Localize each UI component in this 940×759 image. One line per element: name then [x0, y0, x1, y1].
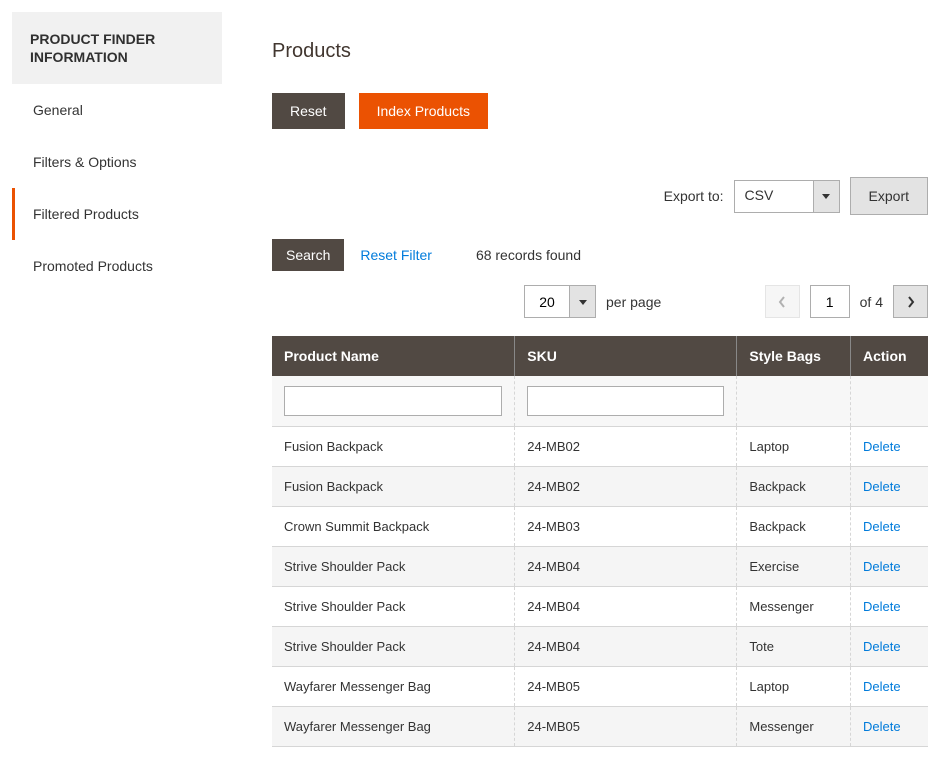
- cell-action: Delete: [851, 707, 929, 747]
- delete-link[interactable]: Delete: [863, 559, 901, 574]
- sidebar-item-general[interactable]: General: [12, 84, 222, 136]
- caret-down-icon: [822, 192, 830, 200]
- cell-style: Laptop: [737, 427, 851, 467]
- sidebar-item-filtered-products[interactable]: Filtered Products: [12, 188, 222, 240]
- table-row: Crown Summit Backpack24-MB03Backpack Dele…: [272, 507, 928, 547]
- filter-style-cell: [737, 376, 851, 427]
- cell-style: Exercise: [737, 547, 851, 587]
- toolbar-row: Search Reset Filter 68 records found: [272, 239, 928, 271]
- cell-style: Backpack: [737, 467, 851, 507]
- page-size-select[interactable]: [524, 285, 596, 318]
- main-content: Products Reset Index Products Export to:…: [222, 12, 928, 747]
- sidebar-item-promoted-products[interactable]: Promoted Products: [12, 240, 222, 292]
- reset-button[interactable]: Reset: [272, 93, 345, 129]
- page-title: Products: [272, 40, 928, 63]
- table-row: Wayfarer Messenger Bag24-MB05Messenger De…: [272, 707, 928, 747]
- export-format-value: CSV: [734, 180, 814, 213]
- cell-action: Delete: [851, 627, 929, 667]
- filter-sku-input[interactable]: [527, 386, 724, 416]
- pager-row: per page of 4: [272, 285, 928, 318]
- prev-page-button[interactable]: [765, 285, 800, 318]
- page-size-dropdown-button[interactable]: [570, 285, 596, 318]
- cell-sku: 24-MB03: [515, 507, 737, 547]
- cell-style: Laptop: [737, 667, 851, 707]
- per-page-label: per page: [606, 294, 661, 310]
- delete-link[interactable]: Delete: [863, 519, 901, 534]
- cell-sku: 24-MB05: [515, 707, 737, 747]
- export-label: Export to:: [664, 188, 724, 204]
- export-format-dropdown-button[interactable]: [814, 180, 840, 213]
- cell-action: Delete: [851, 507, 929, 547]
- header-action: Action: [851, 336, 929, 376]
- current-page-input[interactable]: [810, 285, 850, 318]
- chevron-left-icon: [778, 296, 786, 308]
- cell-style: Backpack: [737, 507, 851, 547]
- table-row: Strive Shoulder Pack24-MB04Exercise Delet…: [272, 547, 928, 587]
- cell-product-name: Crown Summit Backpack: [272, 507, 515, 547]
- cell-product-name: Wayfarer Messenger Bag: [272, 667, 515, 707]
- cell-action: Delete: [851, 467, 929, 507]
- cell-sku: 24-MB02: [515, 467, 737, 507]
- action-buttons: Reset Index Products: [272, 93, 928, 129]
- table-row: Strive Shoulder Pack24-MB04Messenger Dele…: [272, 587, 928, 627]
- cell-product-name: Strive Shoulder Pack: [272, 587, 515, 627]
- cell-action: Delete: [851, 587, 929, 627]
- cell-product-name: Wayfarer Messenger Bag: [272, 707, 515, 747]
- cell-style: Tote: [737, 627, 851, 667]
- cell-sku: 24-MB04: [515, 627, 737, 667]
- cell-style: Messenger: [737, 587, 851, 627]
- cell-sku: 24-MB04: [515, 547, 737, 587]
- table-row: Wayfarer Messenger Bag24-MB05Laptop Delet…: [272, 667, 928, 707]
- header-product-name[interactable]: Product Name: [272, 336, 515, 376]
- export-format-select[interactable]: CSV: [734, 180, 840, 213]
- search-button[interactable]: Search: [272, 239, 344, 271]
- cell-action: Delete: [851, 667, 929, 707]
- filter-product-name-input[interactable]: [284, 386, 502, 416]
- table-row: Strive Shoulder Pack24-MB04Tote Delete: [272, 627, 928, 667]
- export-row: Export to: CSV Export: [272, 177, 928, 215]
- table-row: Fusion Backpack24-MB02Laptop Delete: [272, 427, 928, 467]
- page-size-control: per page: [524, 285, 661, 318]
- delete-link[interactable]: Delete: [863, 719, 901, 734]
- sidebar-header: PRODUCT FINDER INFORMATION: [12, 12, 222, 84]
- page-size-input[interactable]: [524, 285, 570, 318]
- delete-link[interactable]: Delete: [863, 439, 901, 454]
- cell-product-name: Strive Shoulder Pack: [272, 627, 515, 667]
- cell-sku: 24-MB02: [515, 427, 737, 467]
- records-found: 68 records found: [476, 247, 581, 263]
- filter-action-cell: [851, 376, 929, 427]
- reset-filter-link[interactable]: Reset Filter: [360, 247, 432, 263]
- index-products-button[interactable]: Index Products: [359, 93, 488, 129]
- total-pages-label: of 4: [860, 294, 883, 310]
- cell-product-name: Fusion Backpack: [272, 467, 515, 507]
- header-style-bags[interactable]: Style Bags: [737, 336, 851, 376]
- delete-link[interactable]: Delete: [863, 679, 901, 694]
- products-table: Product Name SKU Style Bags Action Fusio…: [272, 336, 928, 747]
- cell-sku: 24-MB05: [515, 667, 737, 707]
- cell-product-name: Fusion Backpack: [272, 427, 515, 467]
- header-sku[interactable]: SKU: [515, 336, 737, 376]
- delete-link[interactable]: Delete: [863, 479, 901, 494]
- cell-action: Delete: [851, 547, 929, 587]
- cell-action: Delete: [851, 427, 929, 467]
- delete-link[interactable]: Delete: [863, 599, 901, 614]
- sidebar-item-filters-options[interactable]: Filters & Options: [12, 136, 222, 188]
- cell-style: Messenger: [737, 707, 851, 747]
- cell-product-name: Strive Shoulder Pack: [272, 547, 515, 587]
- sidebar: PRODUCT FINDER INFORMATION GeneralFilter…: [12, 12, 222, 747]
- chevron-right-icon: [907, 296, 915, 308]
- next-page-button[interactable]: [893, 285, 928, 318]
- export-button[interactable]: Export: [850, 177, 928, 215]
- caret-down-icon: [579, 298, 587, 306]
- table-row: Fusion Backpack24-MB02Backpack Delete: [272, 467, 928, 507]
- filter-row: [272, 376, 928, 427]
- delete-link[interactable]: Delete: [863, 639, 901, 654]
- cell-sku: 24-MB04: [515, 587, 737, 627]
